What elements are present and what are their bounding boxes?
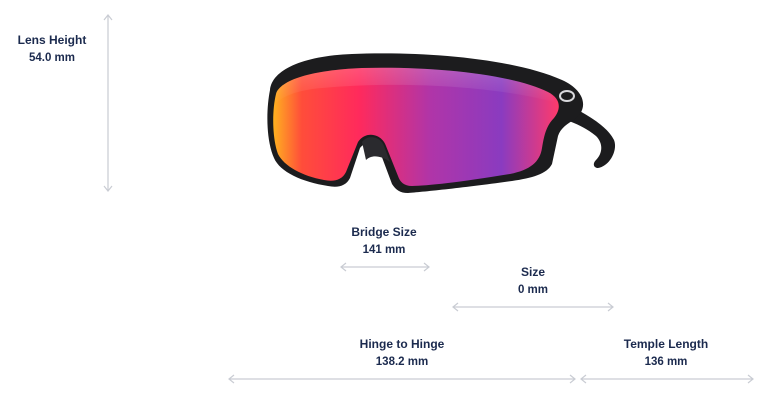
bridge-size-value: 141 mm <box>362 244 406 256</box>
size-label: Size <box>520 265 545 279</box>
lens-height-arrow <box>103 14 113 192</box>
hinge-to-hinge-label: Hinge to Hinge <box>359 337 445 351</box>
sunglasses-product-image <box>267 53 616 194</box>
lens-height-value: 54.0 mm <box>28 52 76 64</box>
lens-height-label: Lens Height <box>17 33 87 47</box>
size-arrow <box>452 302 614 312</box>
hinge-to-hinge-value: 138.2 mm <box>375 356 429 368</box>
temple-length-arrow <box>580 374 754 384</box>
hinge-to-hinge-arrow <box>228 374 576 384</box>
bridge-size-arrow <box>340 262 430 272</box>
temple-length-value: 136 mm <box>644 356 688 368</box>
temple-length-label: Temple Length <box>623 337 709 351</box>
size-value: 0 mm <box>517 284 549 296</box>
size-chart: Lens Height 54.0 mm Bridge Size 141 mm S… <box>0 0 777 409</box>
bridge-size-label: Bridge Size <box>351 225 417 239</box>
